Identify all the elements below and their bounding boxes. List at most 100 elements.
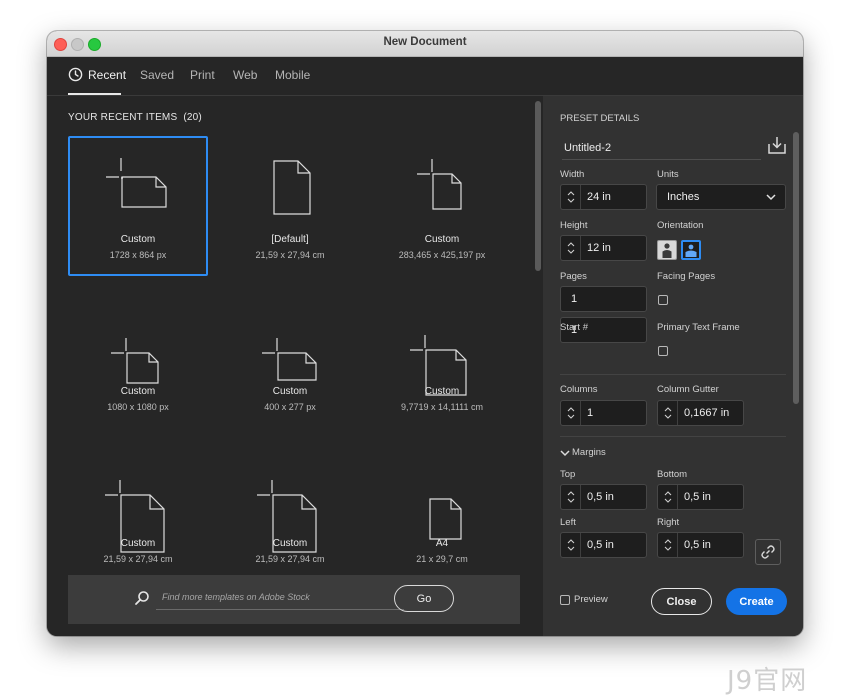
start-label: Start # xyxy=(560,322,588,333)
recent-item[interactable]: Custom 9,7719 x 14,1111 cm xyxy=(372,288,512,428)
height-stepper[interactable]: 12 in xyxy=(560,235,647,261)
clock-icon xyxy=(68,67,83,82)
chevron-down-icon xyxy=(766,194,776,201)
recent-item[interactable]: Custom 1080 x 1080 px xyxy=(68,288,208,428)
stock-search-input[interactable] xyxy=(156,585,404,610)
title-bar: New Document xyxy=(47,31,803,57)
pages-value: 1 xyxy=(571,293,578,305)
width-value: 24 in xyxy=(587,191,611,203)
tab-mobile[interactable]: Mobile xyxy=(275,68,310,82)
stepper-arrows-icon xyxy=(664,407,672,419)
left-step-arrows[interactable] xyxy=(561,533,581,557)
recent-item[interactable]: Custom 1728 x 864 px xyxy=(68,136,208,276)
item-size: 1080 x 1080 px xyxy=(107,402,169,412)
item-size: 400 x 277 px xyxy=(264,402,316,412)
item-name: Custom xyxy=(424,234,460,245)
top-margin-label: Top xyxy=(560,469,576,480)
pages-input[interactable]: 1 xyxy=(560,286,647,312)
item-name: Custom xyxy=(272,538,308,549)
top-step-arrows[interactable] xyxy=(561,485,581,509)
margins-label: Margins xyxy=(572,447,606,458)
tab-web[interactable]: Web xyxy=(233,68,257,82)
divider xyxy=(560,436,786,437)
pages-label: Pages xyxy=(560,271,587,282)
columns-label: Columns xyxy=(560,384,598,395)
item-name: [Default] xyxy=(271,234,309,245)
recent-item[interactable]: Custom 21,59 x 27,94 cm xyxy=(68,440,208,580)
bottom-margin-label: Bottom xyxy=(657,469,688,480)
item-name: Custom xyxy=(120,386,156,397)
portrait-orientation-button[interactable] xyxy=(657,240,677,260)
right-step-arrows[interactable] xyxy=(658,533,678,557)
units-select[interactable]: Inches xyxy=(656,184,786,210)
bottom-margin-stepper[interactable]: 0,5 in xyxy=(657,484,744,510)
facing-pages-checkbox[interactable] xyxy=(658,295,668,305)
bottom-margin-value: 0,5 in xyxy=(684,491,711,503)
top-margin-value: 0,5 in xyxy=(587,491,614,503)
tab-print[interactable]: Print xyxy=(190,68,215,82)
right-margin-value: 0,5 in xyxy=(684,539,711,551)
search-icon xyxy=(135,591,149,605)
item-name: Custom xyxy=(120,234,156,245)
landscape-orientation-button[interactable] xyxy=(681,240,701,260)
create-button[interactable]: Create xyxy=(726,588,787,615)
column-gutter-label: Column Gutter xyxy=(657,384,719,395)
columns-stepper[interactable]: 1 xyxy=(560,400,647,426)
close-button[interactable]: Close xyxy=(651,588,712,615)
units-value: Inches xyxy=(667,191,700,203)
right-margin-label: Right xyxy=(657,517,680,528)
recent-scrollbar[interactable] xyxy=(535,101,541,271)
item-name: Custom xyxy=(272,386,308,397)
preset-scrollbar[interactable] xyxy=(793,132,799,404)
item-name: A4 xyxy=(435,538,449,549)
item-size: 1728 x 864 px xyxy=(109,250,167,260)
orientation-label: Orientation xyxy=(657,220,704,231)
top-margin-stepper[interactable]: 0,5 in xyxy=(560,484,647,510)
stepper-arrows-icon xyxy=(664,491,672,503)
recent-item[interactable]: Custom 400 x 277 px xyxy=(220,288,360,428)
stepper-arrows-icon xyxy=(567,191,575,203)
go-button[interactable]: Go xyxy=(394,585,454,612)
active-tab-indicator xyxy=(68,93,121,95)
recent-item[interactable]: A4 21 x 29,7 cm xyxy=(372,440,512,580)
preview-label: Preview xyxy=(574,594,608,605)
left-margin-value: 0,5 in xyxy=(587,539,614,551)
link-icon xyxy=(761,545,775,559)
preview-checkbox[interactable] xyxy=(560,595,570,605)
left-margin-stepper[interactable]: 0,5 in xyxy=(560,532,647,558)
stepper-arrows-icon xyxy=(567,539,575,551)
tab-saved[interactable]: Saved xyxy=(140,68,174,82)
item-size: 9,7719 x 14,1111 cm xyxy=(400,402,484,412)
category-tabs: Recent Saved Print Web Mobile xyxy=(47,57,803,96)
width-step-arrows[interactable] xyxy=(561,185,581,209)
link-margins-button[interactable] xyxy=(755,539,781,565)
item-size: 21,59 x 27,94 cm xyxy=(103,554,173,564)
columns-value: 1 xyxy=(587,407,594,419)
primary-text-frame-checkbox[interactable] xyxy=(658,346,668,356)
columns-step-arrows[interactable] xyxy=(561,401,581,425)
bottom-step-arrows[interactable] xyxy=(658,485,678,509)
recent-item[interactable]: Custom 283,465 x 425,197 px xyxy=(372,136,512,276)
preset-heading: PRESET DETAILS xyxy=(560,113,640,124)
document-name-input[interactable] xyxy=(562,136,761,160)
stock-search-bar: Go xyxy=(68,575,520,624)
save-preset-icon[interactable] xyxy=(767,135,787,155)
stepper-arrows-icon xyxy=(567,491,575,503)
recent-item[interactable]: [Default] 21,59 x 27,94 cm xyxy=(220,136,360,276)
height-value: 12 in xyxy=(587,242,611,254)
stepper-arrows-icon xyxy=(664,539,672,551)
portrait-person-icon xyxy=(662,243,672,258)
gutter-step-arrows[interactable] xyxy=(658,401,678,425)
width-stepper[interactable]: 24 in xyxy=(560,184,647,210)
recent-item[interactable]: Custom 21,59 x 27,94 cm xyxy=(220,440,360,580)
tab-recent[interactable]: Recent xyxy=(88,68,126,82)
stepper-arrows-icon xyxy=(567,407,575,419)
chevron-down-icon xyxy=(560,450,570,457)
height-step-arrows[interactable] xyxy=(561,236,581,260)
column-gutter-stepper[interactable]: 0,1667 in xyxy=(657,400,744,426)
right-margin-stepper[interactable]: 0,5 in xyxy=(657,532,744,558)
stepper-arrows-icon xyxy=(567,242,575,254)
facing-pages-label: Facing Pages xyxy=(657,271,716,282)
landscape-person-icon xyxy=(685,244,697,257)
preset-details-pane: PRESET DETAILS Width Units 24 in Inches … xyxy=(543,96,803,636)
